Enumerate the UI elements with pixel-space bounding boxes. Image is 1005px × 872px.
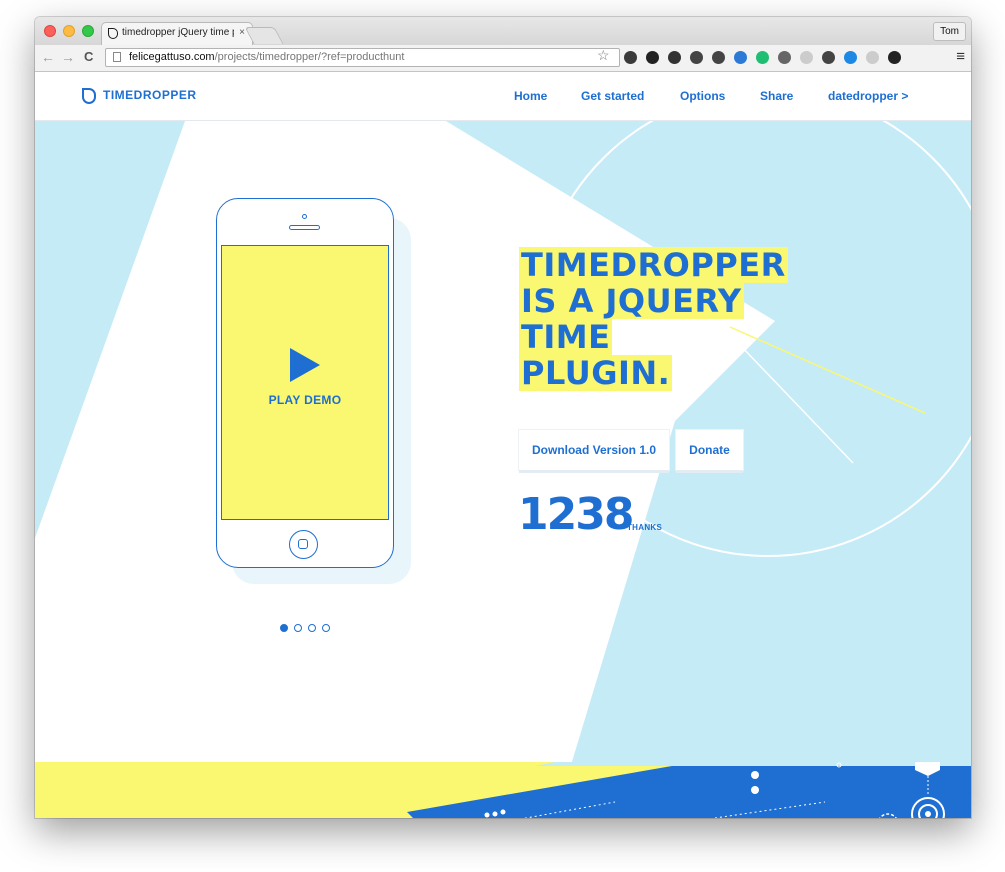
reload-button[interactable]: C bbox=[84, 48, 93, 66]
back-button[interactable]: ← bbox=[41, 48, 55, 66]
site-logo[interactable]: TIMEDROPPER bbox=[103, 88, 197, 102]
1password-icon[interactable] bbox=[624, 51, 637, 64]
chrome-cast-icon[interactable] bbox=[844, 51, 857, 64]
bottom-section-graphic bbox=[35, 762, 971, 818]
drive-icon[interactable] bbox=[800, 51, 813, 64]
play-demo-label[interactable]: PLAY DEMO bbox=[222, 393, 388, 407]
tab-title: timedropper jQuery time pi bbox=[122, 27, 234, 38]
buffer-icon[interactable] bbox=[646, 51, 659, 64]
phone-camera-icon bbox=[302, 214, 307, 219]
pocket-icon[interactable] bbox=[690, 51, 703, 64]
board-dot bbox=[751, 786, 759, 794]
blue-strip bbox=[535, 762, 971, 766]
url-path: /projects/timedropper/?ref=producthunt bbox=[214, 51, 405, 63]
logo-icon bbox=[82, 88, 96, 104]
mail-icon[interactable] bbox=[822, 51, 835, 64]
bg-left-triangle bbox=[35, 121, 185, 538]
nav-link-share[interactable]: Share bbox=[760, 89, 793, 103]
site-header: TIMEDROPPER Home Get started Options Sha… bbox=[35, 72, 971, 121]
board-dot bbox=[492, 811, 498, 817]
minimize-window-button[interactable] bbox=[63, 25, 75, 37]
carousel-dot[interactable] bbox=[308, 624, 316, 632]
disabled-icon[interactable] bbox=[866, 51, 879, 64]
carousel-dot[interactable] bbox=[280, 624, 288, 632]
page-icon bbox=[113, 52, 121, 62]
browser-window: timedropper jQuery time pi × Tom ← → C f… bbox=[35, 17, 971, 818]
donate-button[interactable]: Donate bbox=[676, 430, 743, 470]
shield-icon[interactable] bbox=[712, 51, 725, 64]
headline-line: TIMEDROPPER bbox=[519, 246, 788, 284]
phone-home-button bbox=[289, 530, 318, 559]
browser-menu-icon[interactable]: ≡ bbox=[956, 48, 965, 66]
grammarly-icon[interactable] bbox=[756, 51, 769, 64]
nav-link-datedropper[interactable]: datedropper > bbox=[828, 89, 908, 103]
hero-background bbox=[35, 121, 971, 818]
headline-line: TIME bbox=[519, 318, 613, 356]
carousel-dot[interactable] bbox=[294, 624, 302, 632]
evernote-icon[interactable] bbox=[668, 51, 681, 64]
board-dot bbox=[484, 812, 490, 818]
zoom-window-button[interactable] bbox=[82, 25, 94, 37]
download-button[interactable]: Download Version 1.0 bbox=[519, 430, 669, 470]
forward-button[interactable]: → bbox=[61, 48, 75, 66]
extension-icon[interactable] bbox=[778, 51, 791, 64]
play-icon[interactable] bbox=[290, 348, 320, 382]
demo-screen[interactable]: PLAY DEMO bbox=[221, 245, 389, 520]
thanks-label: THANKS bbox=[627, 523, 663, 532]
profile-button[interactable]: Tom bbox=[933, 22, 966, 41]
nav-link-home[interactable]: Home bbox=[514, 89, 547, 103]
board-dot bbox=[500, 809, 506, 815]
browser-toolbar: ← → C felicegattuso.com/projects/timedro… bbox=[35, 45, 971, 72]
target-center-icon bbox=[925, 811, 931, 817]
tab-bar: timedropper jQuery time pi × Tom bbox=[35, 17, 971, 45]
headline-line: IS A JQUERY bbox=[519, 282, 744, 320]
board-dot bbox=[751, 771, 759, 779]
url-text: felicegattuso.com/projects/timedropper/?… bbox=[129, 51, 404, 63]
bookmark-star-icon[interactable]: ☆ bbox=[597, 47, 610, 64]
music-icon[interactable] bbox=[888, 51, 901, 64]
tab-close-icon[interactable]: × bbox=[239, 27, 245, 38]
ghostery-icon[interactable] bbox=[734, 51, 747, 64]
thanks-counter: 1238 bbox=[518, 489, 634, 540]
phone-speaker-icon bbox=[289, 225, 320, 230]
home-square-icon bbox=[298, 539, 308, 549]
headline-line: PLUGIN. bbox=[519, 354, 673, 392]
url-domain: felicegattuso.com bbox=[129, 51, 215, 63]
hero-headline: TIMEDROPPER IS A JQUERY TIME PLUGIN. bbox=[519, 247, 788, 391]
phone-mockup: PLAY DEMO bbox=[216, 198, 394, 568]
favicon-icon bbox=[108, 28, 118, 39]
nav-link-get-started[interactable]: Get started bbox=[581, 89, 644, 103]
nav-link-options[interactable]: Options bbox=[680, 89, 725, 103]
browser-tab[interactable]: timedropper jQuery time pi × bbox=[101, 22, 253, 45]
address-bar[interactable]: felicegattuso.com/projects/timedropper/?… bbox=[105, 48, 620, 67]
carousel-dot[interactable] bbox=[322, 624, 330, 632]
web-page: TIMEDROPPER Home Get started Options Sha… bbox=[35, 72, 971, 818]
close-window-button[interactable] bbox=[44, 25, 56, 37]
